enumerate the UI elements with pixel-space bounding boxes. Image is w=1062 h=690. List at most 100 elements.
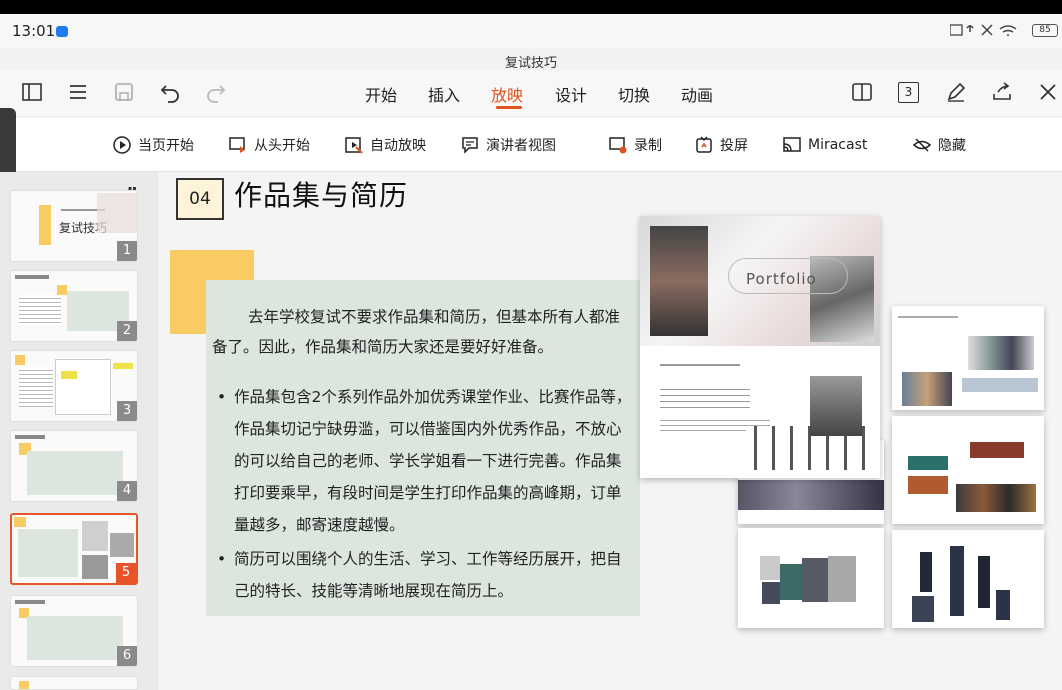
image-decoration: [920, 552, 932, 592]
slide-thumbnail-1[interactable]: 复试技巧 1: [10, 190, 138, 262]
ribbon-label: 投屏: [720, 138, 748, 154]
status-bar: 13:01 85: [0, 14, 1062, 48]
thumb-decoration: [14, 517, 26, 527]
image-decoration: [912, 596, 934, 622]
image-decoration: [908, 456, 948, 470]
slide-thumbnail-7[interactable]: [10, 676, 138, 690]
play-current-slide-button[interactable]: 当页开始: [112, 135, 194, 155]
image-decoration: [810, 376, 862, 436]
image-decoration: [760, 556, 780, 580]
app-notification-icon: [56, 26, 68, 37]
thumb-decoration: [15, 435, 45, 439]
portfolio-page-image: [892, 416, 1044, 524]
miracast-icon: [783, 137, 801, 152]
portfolio-page-image: [892, 306, 1044, 410]
portfolio-cover-image: [640, 216, 880, 478]
thumb-decoration: [82, 521, 108, 551]
menu-icon[interactable]: [66, 80, 90, 104]
share-icon[interactable]: [990, 80, 1014, 104]
thumb-decoration: [55, 359, 111, 415]
image-decoration: [802, 558, 828, 602]
hide-slide-button[interactable]: 隐藏: [912, 135, 966, 155]
redo-icon[interactable]: [204, 80, 228, 104]
image-decoration: [660, 384, 750, 408]
thumb-decoration: [19, 681, 29, 689]
image-decoration: [908, 476, 948, 494]
tab-insert[interactable]: 插入: [428, 82, 460, 106]
ribbon-label: 演讲者视图: [486, 138, 556, 154]
thumb-decoration: [97, 193, 137, 233]
thumb-decoration: [57, 285, 67, 295]
play-from-start-icon: [229, 137, 245, 153]
image-decoration: [950, 546, 964, 616]
auto-play-button[interactable]: 自动放映: [344, 135, 426, 155]
image-decoration: [828, 556, 856, 602]
bullet-resume: 简历可以围绕个人的生活、学习、工作等经历展开，把自己的特长、技能等清晰地展现在简…: [212, 543, 632, 607]
image-decoration: [996, 590, 1010, 620]
ribbon-label: 从头开始: [254, 138, 310, 154]
slide-number: 1: [117, 241, 137, 261]
slide-thumbnail-6[interactable]: 6: [10, 595, 138, 667]
battery-indicator: 85: [1032, 24, 1058, 37]
status-icons: [949, 23, 1028, 40]
tab-start[interactable]: 开始: [365, 82, 397, 106]
image-decoration: [968, 336, 1034, 370]
intro-paragraph: 去年学校复试不要求作品集和简历，但基本所有人都准备了。因此，作品集和简历大家还是…: [212, 308, 621, 356]
cast-screen-button[interactable]: 投屏: [694, 135, 748, 155]
close-icon[interactable]: [1036, 80, 1060, 104]
image-decoration: [738, 480, 884, 510]
miracast-button[interactable]: Miracast: [782, 135, 867, 155]
document-title: 复试技巧: [504, 56, 557, 71]
record-button[interactable]: 录制: [608, 135, 662, 155]
image-decoration: [650, 226, 708, 336]
slide-thumbnail-5[interactable]: 5: [10, 513, 138, 585]
presenter-view-button[interactable]: 演讲者视图: [460, 135, 556, 155]
slide-number: 3: [117, 401, 137, 421]
split-view-icon[interactable]: [850, 80, 874, 104]
image-decoration: [660, 364, 740, 366]
ribbon-label: 录制: [634, 138, 662, 154]
tab-slideshow[interactable]: 放映: [491, 82, 523, 106]
thumb-decoration: [110, 533, 134, 557]
hide-eye-icon: [912, 138, 932, 152]
slide-thumbnail-2[interactable]: 2: [10, 270, 138, 342]
bullet-portfolio: 作品集包含2个系列作品外加优秀课堂作业、比赛作品等，作品集切记宁缺毋滥，可以借鉴…: [212, 381, 632, 541]
thumb-decoration: [61, 371, 77, 379]
tab-transition[interactable]: 切换: [618, 82, 650, 106]
slide-number: 5: [116, 563, 136, 583]
portfolio-page-image: [738, 528, 884, 628]
auto-play-icon: [345, 137, 363, 154]
sidebar-toggle-icon[interactable]: [20, 80, 44, 104]
image-decoration: [970, 442, 1024, 458]
undo-icon[interactable]: [158, 80, 182, 104]
save-icon[interactable]: [112, 80, 136, 104]
slide-number: 4: [117, 481, 137, 501]
slide-number: 6: [117, 646, 137, 666]
image-decoration: [956, 484, 1036, 512]
thumb-decoration: [15, 600, 45, 604]
image-decoration: [978, 556, 990, 608]
record-icon: [609, 137, 627, 154]
side-drawer-handle[interactable]: [0, 108, 16, 182]
play-from-start-button[interactable]: 从头开始: [228, 135, 310, 155]
pen-icon[interactable]: [944, 80, 968, 104]
slide-thumbnail-4[interactable]: 4: [10, 430, 138, 502]
tab-design[interactable]: 设计: [555, 82, 587, 106]
thumb-decoration: [19, 367, 53, 407]
presenter-view-icon: [462, 137, 478, 154]
ribbon-label: 当页开始: [138, 138, 194, 154]
thumb-decoration: [82, 555, 108, 579]
slide-thumbnail-3[interactable]: 3: [10, 350, 138, 422]
active-tab-indicator: [496, 106, 522, 109]
ribbon-label: 自动放映: [370, 138, 426, 154]
tab-animation[interactable]: 动画: [681, 82, 713, 106]
image-decoration: [780, 564, 802, 600]
portfolio-page-image: [892, 530, 1044, 628]
thumb-decoration: [113, 363, 133, 369]
page-count-button[interactable]: 3: [898, 82, 919, 103]
image-decoration: [902, 372, 952, 406]
status-time: 13:01: [12, 22, 56, 40]
ribbon-label: Miracast: [808, 137, 868, 153]
thumb-decoration: [19, 295, 61, 325]
thumb-decoration: [27, 451, 123, 495]
